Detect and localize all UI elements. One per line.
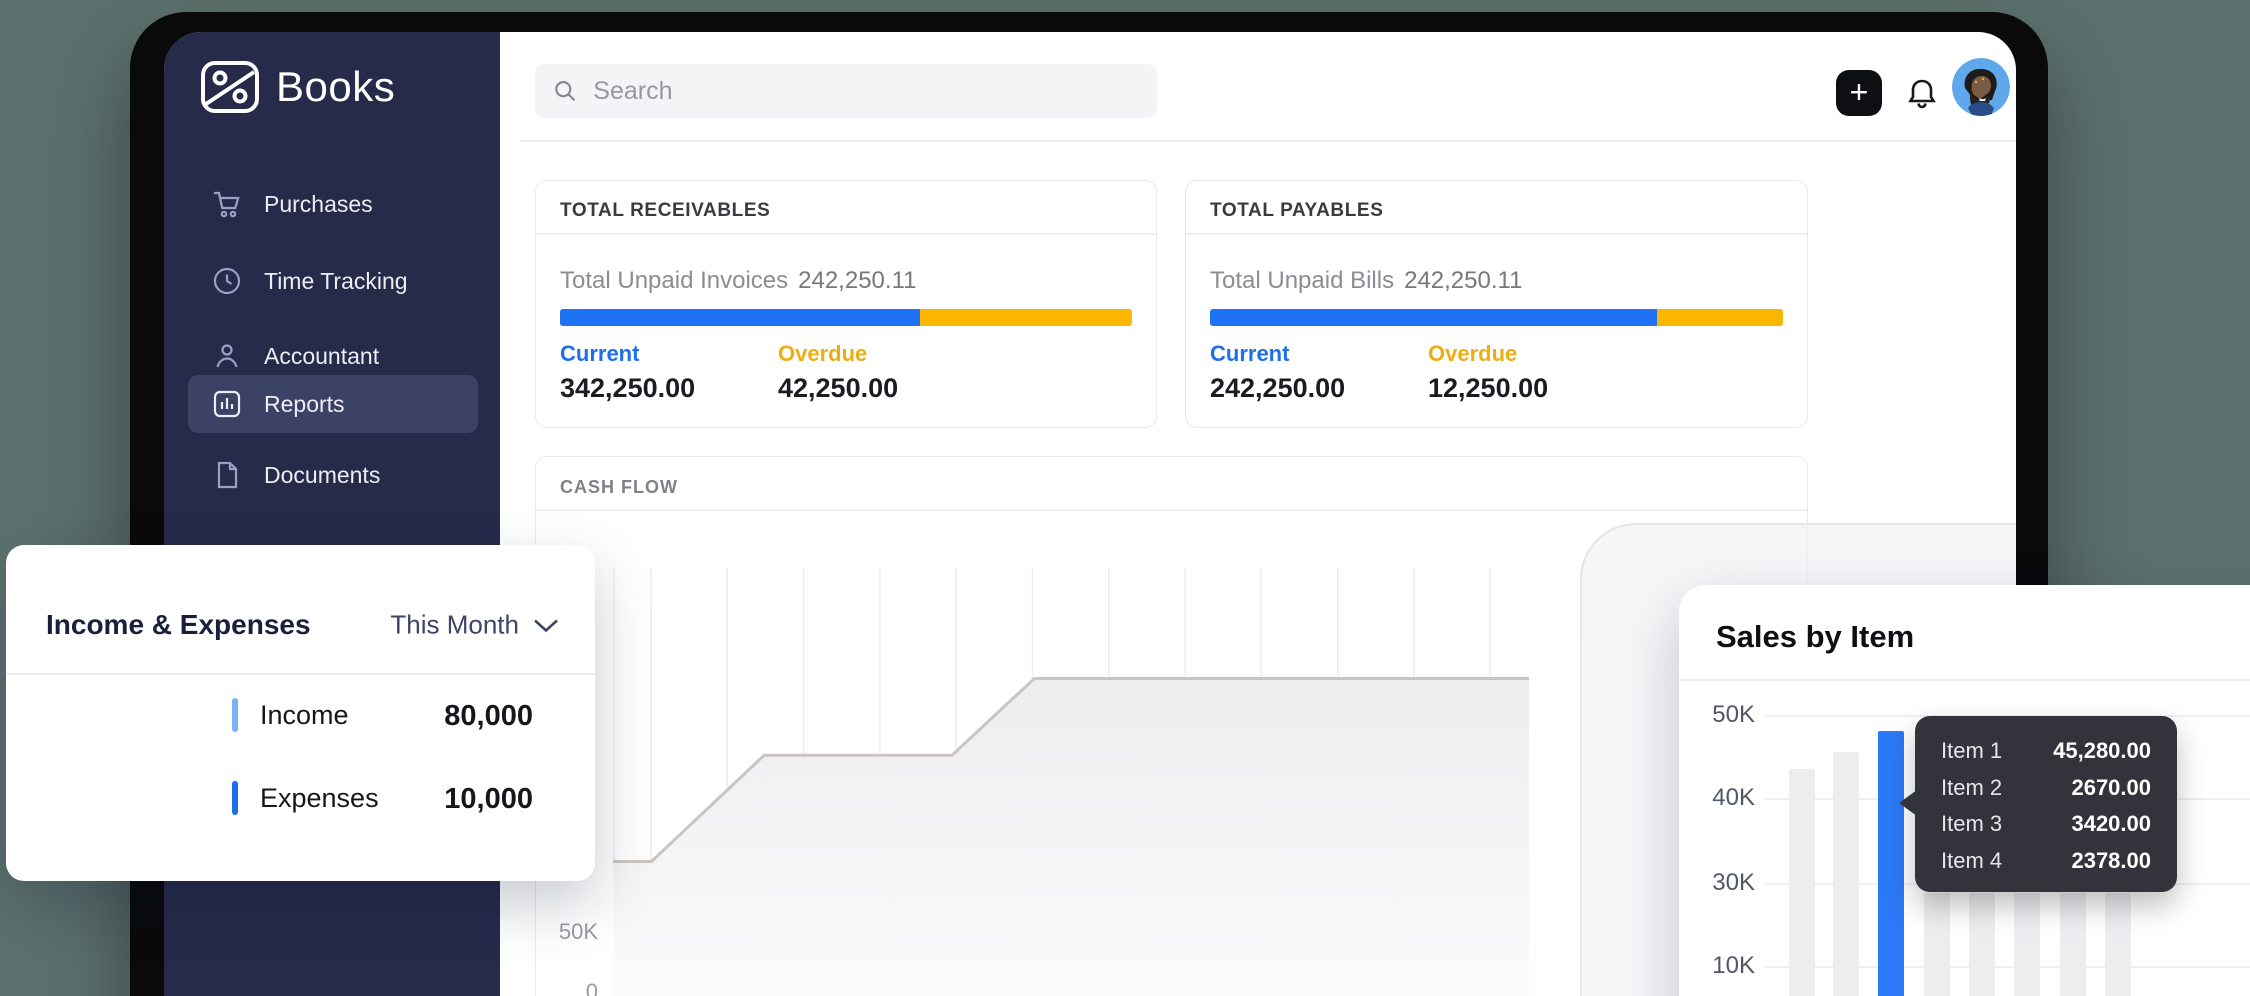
card-title: Sales by Item	[1716, 619, 1914, 655]
cart-icon	[212, 189, 242, 219]
sidebar-item-documents[interactable]: Documents	[188, 446, 478, 504]
sales-bar[interactable]	[2014, 893, 2040, 996]
add-new-button[interactable]: +	[1836, 70, 1882, 116]
current-value: 342,250.00	[560, 373, 695, 404]
unpaid-summary: Total Unpaid Invoices242,250.11	[560, 267, 916, 295]
stage: Books Purchases Time Tracking Accountant	[0, 0, 2250, 996]
overdue-value: 42,250.00	[778, 373, 898, 404]
sales-bar[interactable]	[2105, 893, 2131, 996]
expenses-tick	[232, 781, 238, 815]
card-divider	[6, 673, 595, 675]
payables-split-bar	[1210, 309, 1783, 326]
bar-chart-icon	[212, 389, 242, 419]
topbar-divider	[520, 140, 2016, 142]
sidebar-item-label: Reports	[264, 391, 345, 418]
document-icon	[212, 460, 242, 490]
sidebar-item-label: Purchases	[264, 191, 373, 218]
sales-bar[interactable]	[1833, 752, 1859, 996]
income-expenses-card: Income & Expenses This Month Income 80,0…	[6, 545, 595, 881]
plus-icon: +	[1850, 76, 1869, 108]
current-label: Current	[1210, 341, 1289, 367]
tooltip-row: Item 2 2670.00	[1941, 775, 2151, 801]
sidebar-item-label: Documents	[264, 462, 380, 489]
search-icon	[553, 78, 577, 104]
unpaid-amount: 242,250.11	[798, 267, 916, 294]
card-title: TOTAL PAYABLES	[1210, 191, 1383, 231]
app-logo: Books	[200, 60, 395, 114]
cashflow-ytick-50k: 50K	[550, 919, 598, 945]
notifications-bell-icon[interactable]	[1902, 74, 1942, 114]
legend-income: Income	[232, 698, 349, 732]
sidebar-item-label: Accountant	[264, 343, 379, 370]
card-title: TOTAL RECEIVABLES	[560, 191, 770, 231]
cashflow-ytick-0: 0	[550, 979, 598, 996]
current-value: 242,250.00	[1210, 373, 1345, 404]
sidebar-item-time-tracking[interactable]: Time Tracking	[188, 252, 478, 310]
clock-icon	[212, 266, 242, 296]
expenses-label: Expenses	[260, 783, 379, 814]
books-logo-icon	[200, 60, 260, 114]
receivables-split-bar	[560, 309, 1132, 326]
expenses-value: 10,000	[444, 783, 533, 816]
card-divider	[536, 509, 1807, 511]
income-value: 80,000	[444, 700, 533, 733]
card-divider	[536, 233, 1156, 235]
sales-bar[interactable]	[1924, 893, 1950, 996]
search-input[interactable]	[591, 76, 1139, 107]
cash-flow-area-chart[interactable]	[613, 568, 1529, 996]
total-receivables-card: TOTAL RECEIVABLES Total Unpaid Invoices2…	[535, 180, 1157, 428]
income-tick	[232, 698, 238, 732]
search-box[interactable]	[535, 64, 1157, 118]
sales-by-item-card: Sales by Item 50K 40K 30K 10K Item 1 45,…	[1679, 585, 2250, 996]
period-value: This Month	[390, 610, 519, 641]
sales-bar[interactable]	[1789, 769, 1815, 996]
person-icon	[212, 341, 242, 371]
chevron-down-icon	[533, 617, 559, 633]
sidebar-item-purchases[interactable]: Purchases	[188, 175, 478, 233]
unpaid-summary: Total Unpaid Bills242,250.11	[1210, 267, 1522, 295]
card-title: Income & Expenses	[46, 609, 311, 641]
current-label: Current	[560, 341, 639, 367]
tooltip-row: Item 4 2378.00	[1941, 848, 2151, 874]
sidebar-item-reports[interactable]: Reports	[188, 375, 478, 433]
sales-bar[interactable]	[2060, 893, 2086, 996]
app-name: Books	[276, 63, 395, 111]
income-label: Income	[260, 700, 349, 731]
unpaid-amount: 242,250.11	[1404, 267, 1522, 294]
tooltip-row: Item 3 3420.00	[1941, 811, 2151, 837]
sales-bar[interactable]	[1969, 893, 1995, 996]
receivables-current-segment	[560, 309, 920, 326]
tooltip-row: Item 1 45,280.00	[1941, 738, 2151, 764]
sales-bar-chart[interactable]: 50K 40K 30K 10K Item 1 45,280.00 Item 2 …	[1679, 679, 2250, 996]
overdue-label: Overdue	[778, 341, 867, 367]
user-avatar[interactable]	[1952, 58, 2010, 116]
sales-bar-highlighted[interactable]	[1878, 731, 1904, 996]
overdue-value: 12,250.00	[1428, 373, 1548, 404]
period-dropdown[interactable]: This Month	[390, 610, 559, 641]
avatar-photo	[1952, 58, 2010, 116]
legend-expenses: Expenses	[232, 781, 379, 815]
card-title: CASH FLOW	[560, 467, 678, 507]
overdue-label: Overdue	[1428, 341, 1517, 367]
card-divider	[1186, 233, 1807, 235]
total-payables-card: TOTAL PAYABLES Total Unpaid Bills242,250…	[1185, 180, 1808, 428]
payables-current-segment	[1210, 309, 1657, 326]
sales-tooltip: Item 1 45,280.00 Item 2 2670.00 Item 3 3…	[1915, 716, 2177, 892]
sidebar-item-label: Time Tracking	[264, 268, 408, 295]
